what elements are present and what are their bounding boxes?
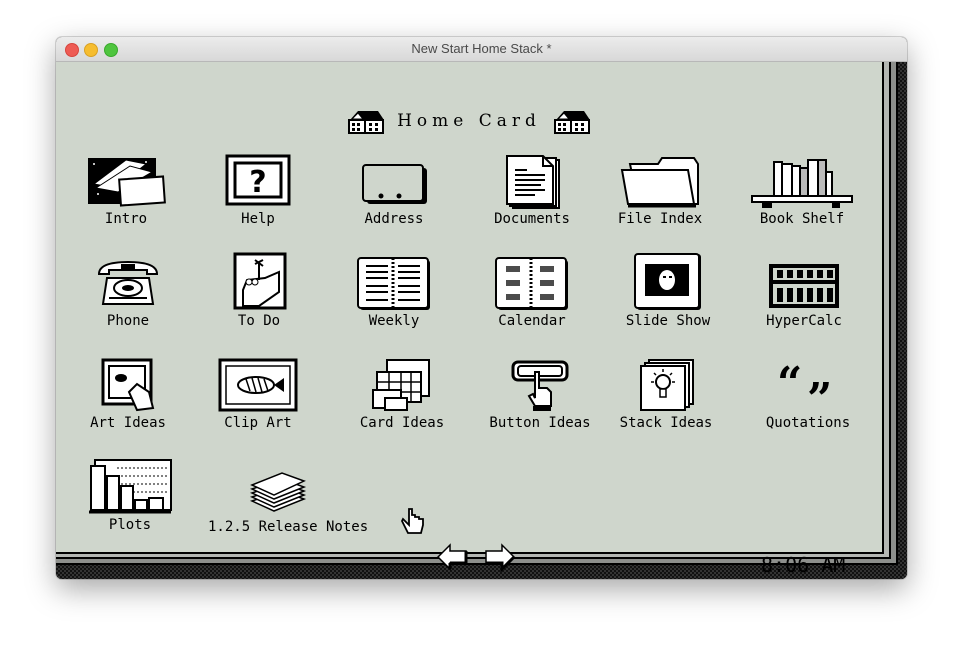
icon-label: Documents	[494, 211, 570, 227]
card-header: Home Card	[56, 108, 882, 134]
weekly-planner-icon	[357, 257, 430, 310]
icon-documents[interactable]: Documents	[462, 154, 602, 227]
svg-text:?: ?	[249, 165, 266, 200]
slide-portrait-icon	[634, 253, 701, 310]
icon-help[interactable]: ? Help	[188, 154, 328, 227]
icon-book-shelf[interactable]: Book Shelf	[732, 154, 872, 227]
icon-label: Clip Art	[224, 415, 292, 431]
icon-label: Phone	[106, 313, 150, 329]
next-card-button[interactable]	[482, 542, 516, 572]
icon-art-ideas[interactable]: Art Ideas	[58, 358, 198, 431]
icon-label: Card Ideas	[359, 415, 445, 431]
finger-string-icon	[233, 252, 287, 310]
icon-label: File Index	[617, 211, 703, 227]
card-layouts-icon	[372, 359, 430, 411]
icon-address[interactable]: Address	[324, 154, 464, 227]
icon-label: Slide Show	[625, 313, 711, 329]
icon-label: Art Ideas	[90, 415, 166, 431]
icon-label: Button Ideas	[489, 415, 591, 431]
icon-label: Address	[364, 211, 424, 227]
title-bar[interactable]: New Start Home Stack *	[56, 37, 907, 62]
icon-release-notes[interactable]: 1.2.5 Release Notes	[208, 467, 369, 535]
icon-label: Quotations	[765, 415, 851, 431]
icon-slide-show[interactable]: Slide Show	[598, 252, 738, 329]
icon-label: Weekly	[368, 313, 420, 329]
icon-intro[interactable]: Intro	[56, 154, 196, 227]
help-question-icon: ?	[225, 154, 291, 206]
svg-text:“: “	[777, 358, 802, 409]
icon-label: 1.2.5 Release Notes	[208, 519, 369, 535]
art-frame-hand-icon	[101, 358, 155, 412]
house-icon	[553, 111, 590, 134]
icon-hypercalc[interactable]: HyperCalc	[734, 256, 874, 329]
house-icon	[348, 111, 384, 134]
icon-label: Plots	[108, 517, 152, 533]
window-title: New Start Home Stack *	[411, 41, 552, 56]
bar-chart-icon	[89, 459, 172, 514]
bookshelf-icon	[751, 159, 853, 208]
clock: 8:06 AM	[761, 553, 846, 577]
fish-frame-icon	[218, 358, 298, 412]
icon-to-do[interactable]: To Do	[189, 252, 329, 329]
icon-label: Help	[241, 211, 275, 227]
icon-label: Calendar	[498, 313, 566, 329]
icon-weekly[interactable]: Weekly	[324, 256, 464, 329]
paper-stack-icon	[249, 472, 307, 512]
icon-label: To Do	[237, 313, 281, 329]
prev-card-button[interactable]	[436, 542, 470, 572]
icon-quotations[interactable]: “ ” Quotations	[738, 358, 878, 431]
document-pages-icon	[506, 155, 560, 209]
icon-clip-art[interactable]: Clip Art	[188, 358, 328, 431]
icon-stack-ideas[interactable]: Stack Ideas	[596, 358, 736, 431]
icon-plots[interactable]: Plots	[60, 458, 200, 533]
app-window: New Start Home Stack * Home Card Intro ?…	[56, 37, 907, 579]
home-card: Home Card Intro ? Help Address Documents…	[56, 62, 884, 577]
svg-text:”: ”	[807, 374, 832, 413]
browse-hand-icon	[400, 508, 424, 534]
telephone-icon	[97, 260, 159, 305]
quotation-marks-icon: “ ”	[777, 358, 832, 413]
button-press-icon	[511, 360, 569, 411]
card-title: Home Card	[397, 111, 541, 131]
icon-file-index[interactable]: File Index	[590, 154, 730, 227]
icon-card-ideas[interactable]: Card Ideas	[332, 358, 472, 431]
folder-icon	[620, 157, 699, 208]
intro-cards-icon	[88, 158, 166, 207]
calendar-book-icon	[495, 257, 568, 310]
icon-button-ideas[interactable]: Button Ideas	[470, 358, 610, 431]
icon-label: HyperCalc	[766, 313, 842, 329]
icon-label: Intro	[104, 211, 148, 227]
lightbulb-stack-icon	[640, 359, 694, 411]
icon-calendar[interactable]: Calendar	[462, 256, 602, 329]
rolodex-card-icon	[362, 164, 427, 204]
abacus-icon	[769, 264, 839, 308]
icon-label: Book Shelf	[759, 211, 845, 227]
icon-label: Stack Ideas	[619, 415, 713, 431]
icon-phone[interactable]: Phone	[58, 256, 198, 329]
